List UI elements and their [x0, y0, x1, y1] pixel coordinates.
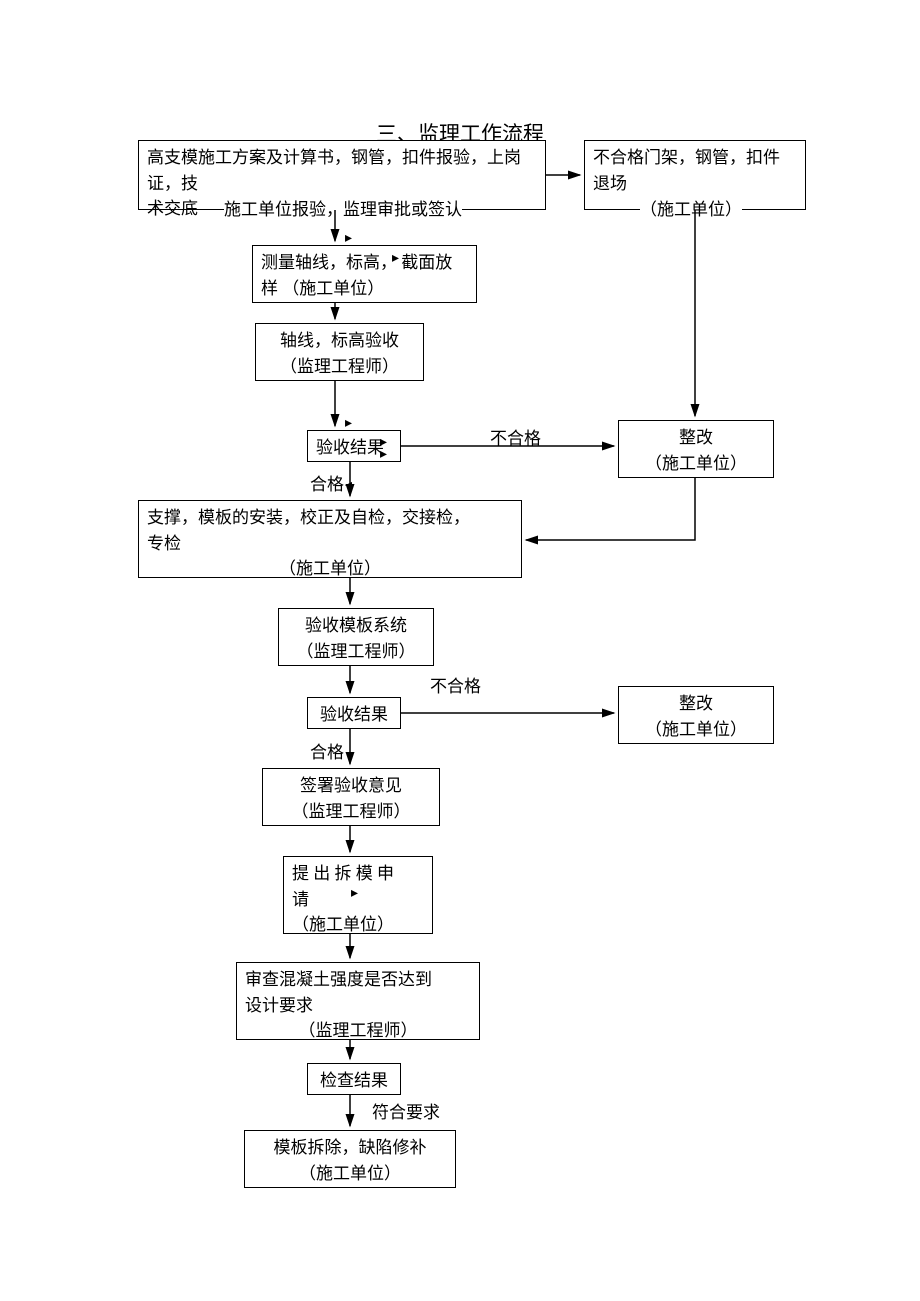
text-line: 验收结果 [316, 438, 384, 457]
text-line: 验收模板系统 [287, 613, 425, 639]
text-line: 验收结果 [320, 705, 388, 724]
label-pass-2: 合格 [310, 742, 344, 764]
text-line: 测量轴线，标高， 截面放 [261, 250, 468, 276]
box-sign-opinion: 签署验收意见 （监理工程师） [262, 768, 440, 826]
text-line: （施工单位） [253, 1161, 447, 1187]
triangle-icon: ▸ [380, 448, 387, 462]
text-line: 检查结果 [320, 1071, 388, 1090]
text-line: （监理工程师） [287, 639, 425, 665]
text-line: 专检 [147, 531, 513, 557]
triangle-icon: ▸ [345, 417, 352, 431]
text-line: 支撑，模板的安装，校正及自检，交接检， [147, 505, 513, 531]
text-line: 样 （施工单位） [261, 276, 468, 302]
triangle-icon: ▸ [345, 232, 352, 246]
box-accept-template: 验收模板系统 （监理工程师） [278, 608, 434, 666]
sub-label: 施工单位报验，监理审批或签认 [224, 199, 462, 221]
text-line: （施工单位） [627, 451, 765, 477]
text-line: （施工单位） [292, 912, 424, 938]
label-pass-1: 合格 [310, 474, 344, 496]
text-line: 签署验收意见 [271, 773, 431, 799]
text-line: 提 出 拆 模 申 [292, 861, 424, 887]
text-line: 高支模施工方案及计算书，钢管，扣件报验，上岗证，技 [147, 145, 537, 196]
text-line: （监理工程师） [271, 799, 431, 825]
triangle-icon: ◂ [345, 479, 352, 493]
box-result-2: 验收结果 [307, 697, 401, 729]
box-check-result: 检查结果 [307, 1063, 401, 1095]
text-line: 轴线，标高验收 [264, 328, 415, 354]
box-rectify-1: 整改 （施工单位） [618, 420, 774, 478]
label-fail-2: 不合格 [430, 676, 481, 698]
text-line: 不合格门架，钢管，扣件 [593, 145, 797, 171]
text-line: 整改 [627, 691, 765, 717]
sub-label: （施工单位） [640, 199, 742, 221]
label-meets: 符合要求 [372, 1102, 440, 1124]
text-line: （施工单位） [147, 556, 513, 582]
box-axis-accept: 轴线，标高验收 （监理工程师） [255, 323, 424, 381]
box-final-remove: 模板拆除，缺陷修补 （施工单位） [244, 1130, 456, 1188]
box-check-strength: 审查混凝土强度是否达到 设计要求 （监理工程师） [236, 962, 480, 1040]
text-line: 模板拆除，缺陷修补 [253, 1135, 447, 1161]
triangle-icon: ▸ [351, 887, 358, 901]
box-support-install: 支撑，模板的安装，校正及自检，交接检， 专检 （施工单位） [138, 500, 522, 578]
text-line: 退场 [593, 171, 797, 197]
box-measure: 测量轴线，标高， 截面放 样 （施工单位） [252, 245, 477, 303]
text-line: （施工单位） [627, 717, 765, 743]
label-fail-1: 不合格 [490, 428, 541, 450]
text-line: 审查混凝土强度是否达到 [245, 967, 471, 993]
text-line: 整改 [627, 425, 765, 451]
text-line: （监理工程师） [245, 1018, 471, 1044]
box-rectify-2: 整改 （施工单位） [618, 686, 774, 744]
triangle-icon: ▸ [392, 252, 399, 266]
text-line: （监理工程师） [264, 354, 415, 380]
text-line: 设计要求 [245, 993, 471, 1019]
